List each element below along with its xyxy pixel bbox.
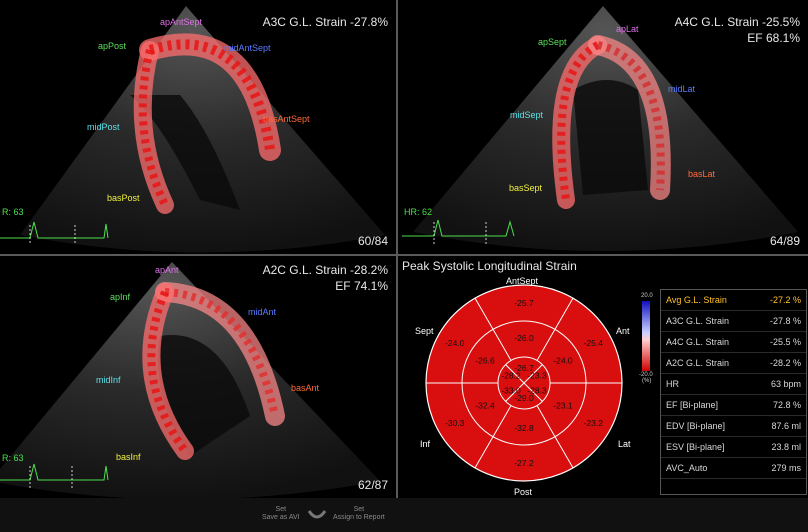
segment-label-basant: basAnt bbox=[291, 383, 320, 393]
assign-to-report-line2: Assign to Report bbox=[333, 514, 385, 521]
basal-segment-value: -25.7 bbox=[514, 298, 534, 308]
save-as-avi-line1: Set bbox=[275, 506, 287, 513]
a4c-strain-title: A4C G.L. Strain -25.5% bbox=[674, 15, 800, 29]
stats-value: 279 ms bbox=[771, 463, 801, 473]
segment-label-midlat: midLat bbox=[668, 84, 696, 94]
stats-row: HR 63 bpm bbox=[661, 374, 806, 395]
mid-segment-value: -26.6 bbox=[475, 356, 495, 366]
mid-segment-value: -23.1 bbox=[553, 401, 573, 411]
stats-value: 72.8 % bbox=[772, 400, 801, 410]
a3c-title: A3C G.L. Strain -27.8% bbox=[262, 15, 388, 29]
stats-label: A3C G.L. Strain bbox=[666, 316, 730, 326]
label-sept: Sept bbox=[415, 326, 434, 336]
stats-row: AVC_Auto 279 ms bbox=[661, 458, 806, 479]
stats-label: A4C G.L. Strain bbox=[666, 337, 730, 347]
stats-row: A2C G.L. Strain -28.2 % bbox=[661, 353, 806, 374]
label-antsept: AntSept bbox=[506, 276, 539, 286]
a3c-view[interactable]: A3C G.L. Strain -27.8% 60/84 R: 63 apAnt… bbox=[0, 0, 396, 254]
stats-row: A3C G.L. Strain -27.8 % bbox=[661, 311, 806, 332]
basal-segment-value: -30.3 bbox=[445, 418, 465, 428]
stats-label: AVC_Auto bbox=[666, 463, 708, 473]
stats-label: A2C G.L. Strain bbox=[666, 358, 730, 368]
mid-segment-value: -32.4 bbox=[475, 401, 495, 411]
a4c-frame-counter: 64/89 bbox=[769, 234, 800, 248]
a3c-heart-rate: R: 63 bbox=[2, 207, 24, 217]
stats-row: EF [Bi-plane] 72.8 % bbox=[661, 395, 806, 416]
stats-row: EDV [Bi-plane] 87.6 ml bbox=[661, 416, 806, 437]
bottom-toolbar: Set Save as AVI Set Assign to Report bbox=[0, 498, 808, 532]
stats-value: 87.6 ml bbox=[771, 421, 801, 431]
stats-value: -27.8 % bbox=[769, 316, 801, 326]
a2c-title: A2C G.L. Strain -28.2% EF 74.1% bbox=[263, 262, 388, 294]
stats-label: EF [Bi-plane] bbox=[666, 400, 719, 410]
segment-label-appost: apPost bbox=[98, 41, 127, 51]
a4c-heart-rate: HR: 62 bbox=[404, 207, 433, 217]
basal-segment-value: -23.2 bbox=[584, 418, 604, 428]
a4c-title: A4C G.L. Strain -25.5% EF 68.1% bbox=[675, 14, 800, 46]
segment-label-apant: apAnt bbox=[155, 265, 179, 275]
basal-segment-value: -24.0 bbox=[445, 338, 465, 348]
save-as-avi-button[interactable]: Set Save as AVI bbox=[262, 506, 300, 522]
stats-row: ESV [Bi-plane] 23.8 ml bbox=[661, 437, 806, 458]
mid-segment-value: -32.8 bbox=[514, 423, 534, 433]
assign-to-report-line1: Set bbox=[353, 506, 365, 513]
a3c-frame-counter: 60/84 bbox=[357, 234, 388, 248]
segment-label-apantsept: apAntSept bbox=[160, 17, 203, 27]
strain-color-scale bbox=[642, 301, 650, 371]
segment-label-apsept: apSept bbox=[538, 37, 567, 47]
scale-unit: (%) bbox=[642, 378, 652, 384]
assign-to-report-button[interactable]: Set Assign to Report bbox=[333, 506, 385, 522]
stats-row: A4C G.L. Strain -25.5 % bbox=[661, 332, 806, 353]
scale-max: 20.0 bbox=[641, 293, 653, 299]
segment-label-baspost: basPost bbox=[107, 193, 140, 203]
label-inf: Inf bbox=[420, 439, 431, 449]
save-as-avi-line2: Save as AVI bbox=[262, 514, 300, 521]
segment-label-midinf: midInf bbox=[96, 375, 121, 385]
segment-label-basantsept: basAntSept bbox=[263, 114, 310, 124]
segment-label-midsept: midSept bbox=[510, 110, 544, 120]
basal-segment-value: -27.2 bbox=[514, 458, 534, 468]
stats-label: ESV [Bi-plane] bbox=[666, 442, 725, 452]
mid-segment-value: -26.0 bbox=[514, 333, 534, 343]
basal-segment-value: -25.4 bbox=[584, 338, 604, 348]
apical-segment-value: -28.2 bbox=[501, 371, 521, 381]
stats-label: EDV [Bi-plane] bbox=[666, 421, 726, 431]
stats-value: 63 bpm bbox=[770, 379, 801, 389]
stats-value: -28.2 % bbox=[769, 358, 801, 368]
apical-segment-value: -23.3 bbox=[527, 371, 547, 381]
a2c-frame-counter: 62/87 bbox=[357, 478, 388, 492]
strain-stats-table: Avg G.L. Strain -27.2 % A3C G.L. Strain -27… bbox=[660, 289, 807, 495]
a2c-ef: EF 74.1% bbox=[335, 279, 388, 293]
a4c-ef: EF 68.1% bbox=[747, 31, 800, 45]
a2c-strain-title: A2C G.L. Strain -28.2% bbox=[262, 263, 388, 277]
segment-label-basinf: basInf bbox=[116, 452, 141, 462]
a3c-echo-image bbox=[0, 6, 385, 253]
label-ant: Ant bbox=[616, 326, 630, 336]
apical-segment-value: -33.0 bbox=[501, 386, 521, 396]
label-post: Post bbox=[514, 487, 533, 497]
segment-label-baslat: basLat bbox=[688, 169, 716, 179]
segment-label-apinf: apInf bbox=[110, 292, 131, 302]
segment-label-aplat: apLat bbox=[616, 24, 639, 34]
stats-row: Avg G.L. Strain -27.2 % bbox=[661, 290, 806, 311]
a4c-view[interactable]: A4C G.L. Strain -25.5% EF 68.1% 64/89 HR… bbox=[398, 0, 808, 254]
stats-value: -25.5 % bbox=[769, 337, 801, 347]
segment-label-bassept: basSept bbox=[509, 183, 543, 193]
segment-label-midant: midAnt bbox=[248, 307, 277, 317]
stats-label: Avg G.L. Strain bbox=[666, 295, 727, 305]
bullseye-panel: Peak Systolic Longitudinal Strain -25.7-… bbox=[398, 256, 808, 498]
mid-segment-value: -24.0 bbox=[553, 356, 573, 366]
bullseye-plot[interactable]: -25.7 -25.4 -23.2 -27.2 -30.3 -24.0 -26.0 -24.0… bbox=[398, 256, 658, 498]
segment-label-midpost: midPost bbox=[87, 122, 120, 132]
stats-value: 23.8 ml bbox=[771, 442, 801, 452]
set-arc-icon bbox=[307, 510, 327, 519]
stats-value: -27.2 % bbox=[769, 295, 801, 305]
bullseye-segments: -25.7 -25.4 -23.2 -27.2 -30.3 -24.0 -26.0 -24.0… bbox=[425, 284, 623, 482]
segment-label-midantsept: midAntSept bbox=[224, 43, 271, 53]
a2c-heart-rate: R: 63 bbox=[2, 453, 24, 463]
a2c-view[interactable]: A2C G.L. Strain -28.2% EF 74.1% 62/87 R:… bbox=[0, 256, 396, 498]
stats-label: HR bbox=[666, 379, 679, 389]
label-lat: Lat bbox=[618, 439, 631, 449]
